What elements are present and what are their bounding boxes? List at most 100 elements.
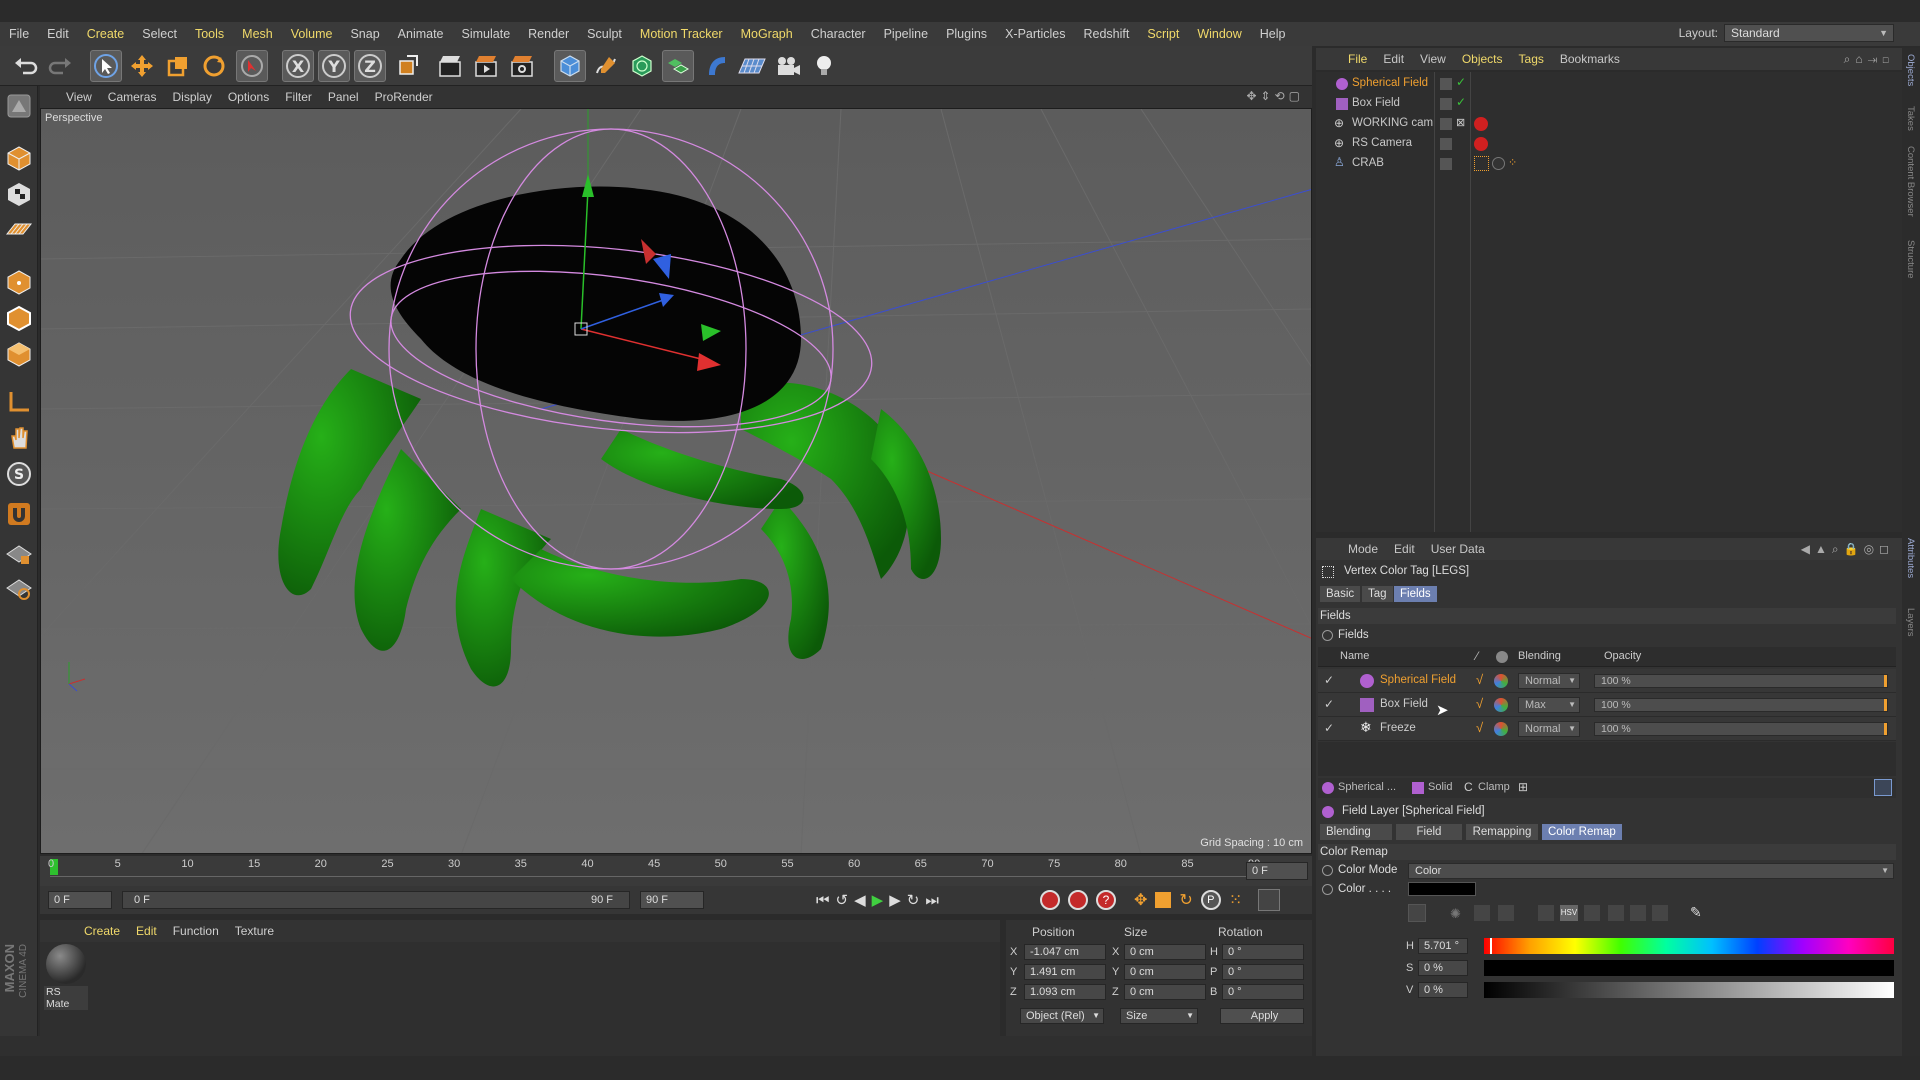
field-value-icon[interactable]: √ <box>1476 672 1483 687</box>
menu-sculpt[interactable]: Sculpt <box>578 27 631 41</box>
menu-animate[interactable]: Animate <box>389 27 453 41</box>
layer-tab-color-remap[interactable]: Color Remap <box>1542 824 1622 840</box>
visibility-dots[interactable] <box>1440 98 1452 110</box>
side-tab-attributes[interactable]: Attributes <box>1905 538 1916 578</box>
field-opacity-slider[interactable]: 100 % <box>1594 674 1888 688</box>
attribute-nav-icons[interactable]: ◀▲⌕🔒◎◻ <box>1801 542 1894 557</box>
add-spherical-button[interactable]: Spherical ... <box>1338 781 1396 793</box>
camera-target-tag-icon[interactable]: ⊠ <box>1456 116 1465 129</box>
side-tab-objects[interactable]: Objects <box>1905 54 1916 86</box>
side-tab-layers[interactable]: Layers <box>1905 608 1916 637</box>
preview-range-slider[interactable]: 0 F 90 F <box>122 891 630 909</box>
current-frame-field[interactable]: 0 F <box>1246 862 1308 880</box>
field-enabled-check-icon[interactable]: ✓ <box>1324 721 1334 735</box>
visibility-dots[interactable] <box>1440 78 1452 90</box>
field-row-box-field[interactable]: ✓ Box Field √ Max ▼ 100 % ➤ <box>1318 693 1896 719</box>
menu-x-particles[interactable]: X-Particles <box>996 27 1074 41</box>
field-opacity-slider[interactable]: 100 % <box>1594 722 1888 736</box>
menu-select[interactable]: Select <box>133 27 186 41</box>
step-back-icon[interactable]: ◀ <box>854 891 866 909</box>
menu-help[interactable]: Help <box>1251 27 1295 41</box>
key-pla-icon[interactable]: ⁙ <box>1229 890 1242 910</box>
saturation-slider[interactable] <box>1484 960 1894 976</box>
hue-slider[interactable] <box>1484 938 1894 954</box>
step-forward-icon[interactable]: ▶ <box>889 891 901 909</box>
side-tab-structure[interactable]: Structure <box>1905 240 1916 279</box>
rotation-b-field[interactable]: 0 ° <box>1222 984 1304 1000</box>
polygons-mode-button[interactable] <box>3 338 35 370</box>
cloner-button[interactable] <box>662 50 694 82</box>
enabled-check-icon[interactable]: ✓ <box>1456 75 1466 89</box>
visibility-dots[interactable] <box>1440 118 1452 130</box>
object-menu-bookmarks[interactable]: Bookmarks <box>1552 52 1628 66</box>
tab-basic[interactable]: Basic <box>1320 586 1361 602</box>
camera-button[interactable] <box>772 50 804 82</box>
render-to-picture-viewer-button[interactable] <box>470 50 502 82</box>
radio-icon[interactable] <box>1322 630 1333 641</box>
rotation-h-field[interactable]: 0 ° <box>1222 944 1304 960</box>
keyframe-selection-icon[interactable]: ? <box>1096 890 1116 910</box>
menu-render[interactable]: Render <box>519 27 578 41</box>
scale-tool[interactable] <box>162 50 194 82</box>
material-menu-function[interactable]: Function <box>165 924 227 938</box>
field-color-icon[interactable] <box>1494 674 1508 688</box>
field-color-icon[interactable] <box>1494 722 1508 736</box>
menu-create[interactable]: Create <box>78 27 134 41</box>
record-keys-icon[interactable] <box>1040 890 1060 910</box>
lock-y-axis[interactable]: Y <box>318 50 350 82</box>
light-button[interactable] <box>808 50 840 82</box>
lock-layer-icon[interactable] <box>1874 779 1892 796</box>
material-thumbnail[interactable]: RS Mate <box>44 944 88 1010</box>
layer-tab-field[interactable]: Field <box>1396 824 1462 840</box>
menu-file[interactable]: File <box>0 27 38 41</box>
object-menu-file[interactable]: File <box>1340 52 1375 66</box>
menu-volume[interactable]: Volume <box>282 27 342 41</box>
key-position-icon[interactable]: ✥ <box>1134 890 1147 910</box>
object-menu-view[interactable]: View <box>1412 52 1454 66</box>
object-menu-objects[interactable]: Objects <box>1454 52 1511 66</box>
viewport-menu-cameras[interactable]: Cameras <box>100 90 165 104</box>
live-selection-tool[interactable] <box>90 50 122 82</box>
enabled-check-icon[interactable]: ✓ <box>1456 95 1466 109</box>
tab-tag[interactable]: Tag <box>1362 586 1393 602</box>
apply-button[interactable]: Apply <box>1220 1008 1304 1024</box>
tab-fields[interactable]: Fields <box>1394 586 1437 602</box>
snapping-button[interactable] <box>3 498 35 530</box>
key-rotation-icon[interactable]: ↻ <box>1179 890 1192 910</box>
timeline-ruler[interactable]: 051015202530354045505560657075808590 0 F <box>40 856 1312 886</box>
object-row-spherical-field[interactable]: Spherical Field ✓ <box>1316 74 1902 94</box>
field-blending-select[interactable]: Normal ▼ <box>1518 721 1580 737</box>
size-mode-select[interactable]: Size ▼ <box>1120 1008 1198 1024</box>
viewport-nav-icons[interactable]: ✥⇕⟲▢ <box>1246 89 1304 103</box>
object-manager-nav-icons[interactable]: ⌕⌂⇥◻ <box>1844 52 1894 67</box>
hue-field[interactable]: 5.701 ° <box>1418 938 1468 954</box>
viewport-menu-panel[interactable]: Panel <box>320 90 367 104</box>
go-to-next-key-icon[interactable]: ↻ <box>907 891 920 909</box>
layer-tab-remapping[interactable]: Remapping <box>1466 824 1538 840</box>
viewport-menu-options[interactable]: Options <box>220 90 277 104</box>
floor-button[interactable] <box>736 50 768 82</box>
value-slider[interactable] <box>1484 982 1894 998</box>
field-color-icon[interactable] <box>1494 698 1508 712</box>
go-to-end-icon[interactable]: ⏭ <box>925 892 939 909</box>
redshift-camera-tag-icon[interactable] <box>1474 117 1488 131</box>
key-scale-icon[interactable] <box>1155 892 1172 908</box>
value-field[interactable]: 0 % <box>1418 982 1468 998</box>
picker-swatches-icon[interactable] <box>1498 905 1514 921</box>
menu-script[interactable]: Script <box>1138 27 1188 41</box>
picker-rgb-icon[interactable] <box>1538 905 1554 921</box>
radio-icon[interactable] <box>1322 865 1333 876</box>
menu-plugins[interactable]: Plugins <box>937 27 996 41</box>
spline-pen-button[interactable] <box>590 50 622 82</box>
layout-select[interactable]: Standard ▼ <box>1724 24 1894 42</box>
key-param-icon[interactable]: P <box>1200 890 1221 910</box>
render-view-button[interactable] <box>434 50 466 82</box>
field-blending-select[interactable]: Normal ▼ <box>1518 673 1580 689</box>
lock-z-axis[interactable]: Z <box>354 50 386 82</box>
locked-workplane-button[interactable] <box>3 538 35 570</box>
rotate-tool[interactable] <box>198 50 230 82</box>
coordinate-mode-select[interactable]: Object (Rel) ▼ <box>1020 1008 1104 1024</box>
viewport-menu-prorender[interactable]: ProRender <box>367 90 441 104</box>
viewport-menu-view[interactable]: View <box>58 90 100 104</box>
undo-button[interactable] <box>10 50 42 82</box>
